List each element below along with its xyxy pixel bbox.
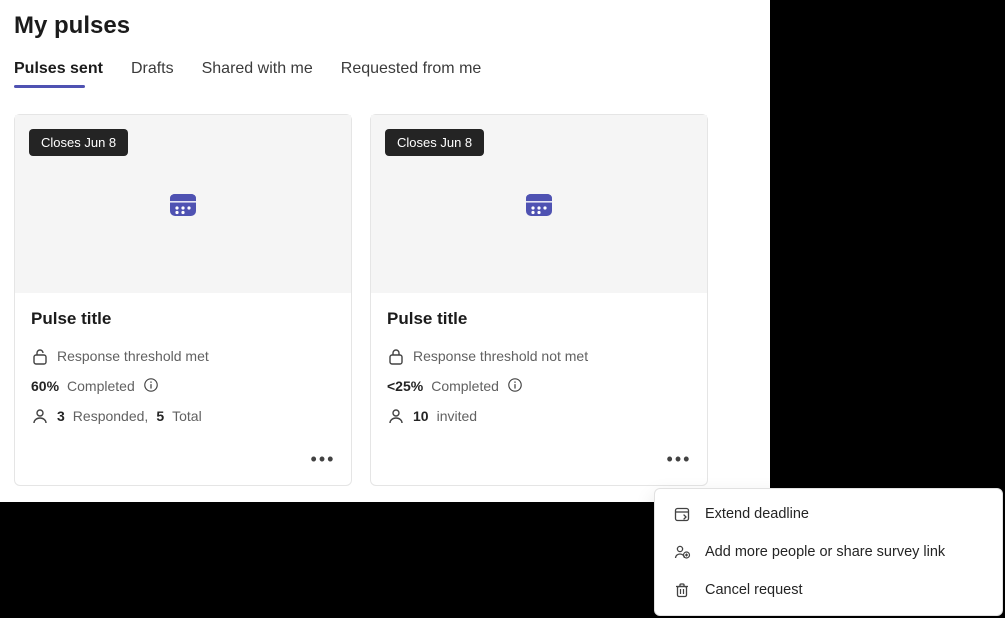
more-button[interactable]: ••• <box>665 445 693 473</box>
menu-label: Cancel request <box>705 582 803 598</box>
tabs: Pulses sent Drafts Shared with me Reques… <box>14 60 756 86</box>
pulse-title: Pulse title <box>387 309 691 329</box>
completed-row: <25% Completed <box>387 377 691 395</box>
app-surface: My pulses Pulses sent Drafts Shared with… <box>0 0 770 502</box>
people-row: 3 Responded, 5 Total <box>31 407 335 425</box>
pulse-card[interactable]: Closes Jun 8 Pulse title Response thresh… <box>14 114 352 486</box>
threshold-row: Response threshold not met <box>387 347 691 365</box>
total-count: 5 <box>156 408 164 424</box>
closes-badge: Closes Jun 8 <box>29 129 128 156</box>
menu-item-add-people[interactable]: Add more people or share survey link <box>655 533 1002 571</box>
menu-item-extend-deadline[interactable]: Extend deadline <box>655 495 1002 533</box>
cards-row: Closes Jun 8 Pulse title Response thresh… <box>14 114 756 486</box>
people-row: 10 invited <box>387 407 691 425</box>
page-title: My pulses <box>14 12 756 40</box>
completed-row: 60% Completed <box>31 377 335 395</box>
more-icon: ••• <box>311 449 336 470</box>
tab-drafts[interactable]: Drafts <box>131 60 174 86</box>
card-body: Pulse title Response threshold met 60% C… <box>15 293 351 485</box>
invited-count: 10 <box>413 408 429 424</box>
tab-pulses-sent[interactable]: Pulses sent <box>14 60 103 86</box>
completed-pct: 60% <box>31 378 59 394</box>
completed-label: Completed <box>431 378 499 394</box>
invited-label: invited <box>437 408 477 424</box>
trash-icon <box>673 581 691 599</box>
card-hero: Closes Jun 8 <box>371 115 707 293</box>
completed-label: Completed <box>67 378 135 394</box>
tab-requested-from-me[interactable]: Requested from me <box>341 60 482 86</box>
tab-shared-with-me[interactable]: Shared with me <box>202 60 313 86</box>
pulse-card[interactable]: Closes Jun 8 Pulse title Response thresh… <box>370 114 708 486</box>
lock-open-icon <box>31 347 49 365</box>
menu-label: Add more people or share survey link <box>705 544 945 560</box>
person-icon <box>387 407 405 425</box>
closes-badge: Closes Jun 8 <box>385 129 484 156</box>
threshold-text: Response threshold met <box>57 348 209 364</box>
more-icon: ••• <box>667 449 692 470</box>
threshold-row: Response threshold met <box>31 347 335 365</box>
info-icon[interactable] <box>507 377 525 395</box>
people-add-icon <box>673 543 691 561</box>
person-icon <box>31 407 49 425</box>
card-body: Pulse title Response threshold not met <… <box>371 293 707 485</box>
calendar-icon <box>168 189 198 219</box>
responded-label: Responded, <box>73 408 149 424</box>
pulse-title: Pulse title <box>31 309 335 329</box>
completed-pct: <25% <box>387 378 423 394</box>
lock-closed-icon <box>387 347 405 365</box>
calendar-icon <box>673 505 691 523</box>
responded-count: 3 <box>57 408 65 424</box>
total-label: Total <box>172 408 202 424</box>
context-menu: Extend deadline Add more people or share… <box>654 488 1003 616</box>
menu-label: Extend deadline <box>705 506 809 522</box>
threshold-text: Response threshold not met <box>413 348 588 364</box>
card-hero: Closes Jun 8 <box>15 115 351 293</box>
info-icon[interactable] <box>143 377 161 395</box>
more-button[interactable]: ••• <box>309 445 337 473</box>
menu-item-cancel-request[interactable]: Cancel request <box>655 571 1002 609</box>
calendar-icon <box>524 189 554 219</box>
